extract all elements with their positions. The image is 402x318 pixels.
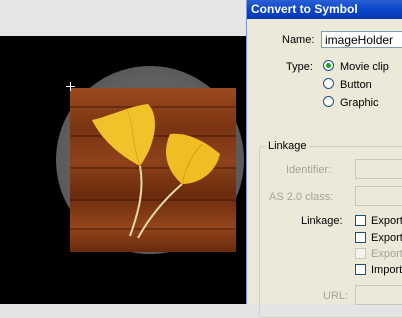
export-for-runtime-sharing-label[interactable]: Export [371,232,402,244]
url-field [355,285,402,305]
dialog-title: Convert to Symbol [247,0,402,19]
identifier-label: Identifier: [286,164,332,176]
export-in-first-frame-checkbox [355,248,366,259]
ginkgo-leaf-image[interactable] [70,88,236,252]
type-label: Type: [286,61,313,73]
export-in-first-frame-label: Export [371,248,402,260]
radio-movie-clip-label[interactable]: Movie clip [340,61,389,73]
export-for-actionscript-checkbox[interactable] [355,215,366,226]
radio-button[interactable] [323,78,334,89]
stage-toolbar-area [0,0,246,36]
as2-class-label: AS 2.0 class: [269,191,334,203]
ginkgo-leaves-icon [92,104,220,239]
radio-movie-clip[interactable] [323,60,334,71]
radio-graphic[interactable] [323,96,334,107]
export-for-actionscript-label[interactable]: Export [371,215,402,227]
as2-class-field [355,186,402,206]
radio-graphic-label[interactable]: Graphic [340,97,379,109]
identifier-field [355,159,402,179]
convert-to-symbol-dialog: Convert to Symbol Name: Type: Movie clip… [246,0,402,318]
linkage-label: Linkage: [301,215,343,227]
linkage-group-title: Linkage [266,140,309,152]
radio-button-label[interactable]: Button [340,79,372,91]
url-label: URL: [323,290,349,302]
stage-canvas[interactable] [0,36,246,304]
import-for-runtime-sharing-label[interactable]: Import [371,264,402,276]
import-for-runtime-sharing-checkbox[interactable] [355,264,366,275]
name-label: Name: [282,34,315,46]
export-for-runtime-sharing-checkbox[interactable] [355,232,366,243]
registration-crosshair-icon [66,82,75,91]
name-input[interactable] [321,31,402,48]
